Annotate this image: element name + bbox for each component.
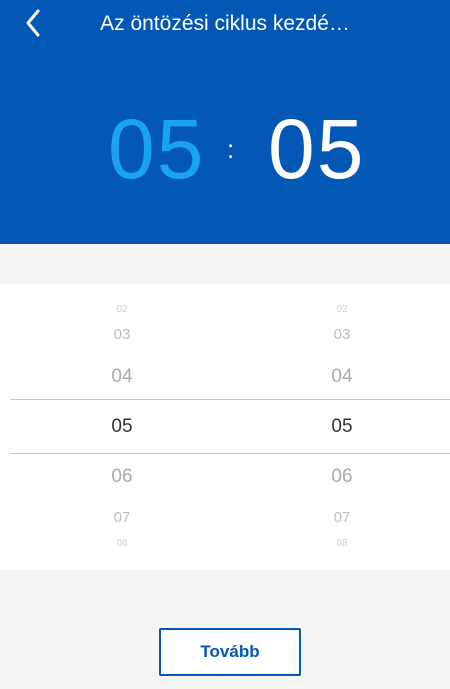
- hour-option[interactable]: 06: [82, 466, 162, 488]
- hour-option[interactable]: 08: [82, 538, 162, 549]
- time-separator: :: [227, 134, 235, 164]
- hour-option[interactable]: 07: [82, 509, 162, 526]
- spacer: [0, 244, 450, 284]
- time-minute: 05: [268, 102, 366, 196]
- minute-option[interactable]: 06: [302, 466, 382, 488]
- header: Az öntözési ciklus kezdé… 05 : 05: [0, 0, 450, 244]
- chevron-left-icon: [26, 9, 40, 37]
- minute-option-selected[interactable]: 05: [302, 416, 382, 438]
- time-display: 05 : 05: [0, 104, 450, 194]
- hour-option[interactable]: 02: [82, 304, 162, 315]
- time-hour: 05: [108, 102, 206, 196]
- hour-option[interactable]: 03: [82, 326, 162, 343]
- selection-bottom-line: [10, 453, 450, 454]
- minute-wheel[interactable]: 02 03 04 05 06 07 08: [302, 284, 382, 570]
- hour-option-selected[interactable]: 05: [82, 416, 162, 438]
- back-button[interactable]: [18, 8, 48, 38]
- minute-option[interactable]: 03: [302, 326, 382, 343]
- screen: Az öntözési ciklus kezdé… 05 : 05 02 03 …: [0, 0, 450, 689]
- hour-option[interactable]: 04: [82, 366, 162, 388]
- minute-option[interactable]: 08: [302, 538, 382, 549]
- minute-option[interactable]: 07: [302, 509, 382, 526]
- minute-option[interactable]: 04: [302, 366, 382, 388]
- minute-option[interactable]: 02: [302, 304, 382, 315]
- hour-wheel[interactable]: 02 03 04 05 06 07 08: [82, 284, 162, 570]
- selection-top-line: [10, 399, 450, 400]
- page-title: Az öntözési ciklus kezdé…: [100, 12, 350, 35]
- next-button[interactable]: Tovább: [159, 628, 301, 676]
- time-picker: 02 03 04 05 06 07 08 02 03 04 05 06 07 0…: [0, 284, 450, 570]
